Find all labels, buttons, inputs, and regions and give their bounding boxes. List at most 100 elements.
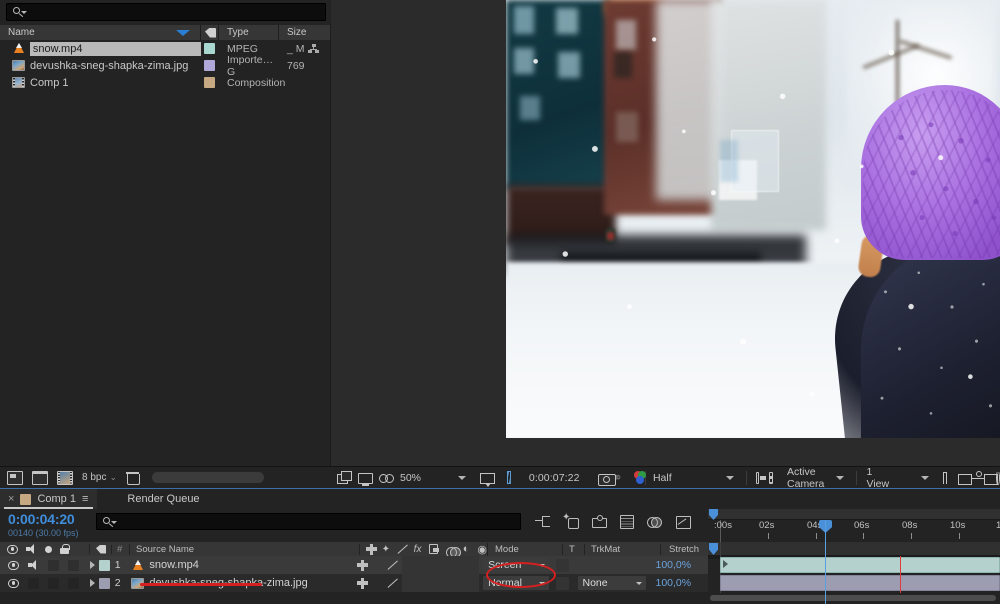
column-header-source-name[interactable]: Source Name — [130, 543, 360, 555]
frame-blend-switch[interactable] — [417, 574, 433, 592]
three-d-switch[interactable] — [463, 556, 480, 574]
effects-switch[interactable] — [401, 574, 418, 592]
resolution-dropdown-caret-icon[interactable] — [725, 475, 734, 480]
new-composition-icon[interactable] — [57, 470, 73, 485]
zoom-dropdown-caret-icon[interactable] — [458, 475, 466, 480]
label-color-swatch[interactable] — [204, 77, 215, 88]
audio-icon[interactable] — [28, 560, 39, 570]
project-item-swatch-cell[interactable] — [201, 60, 219, 71]
layer-mode-cell[interactable]: Screen — [479, 558, 552, 572]
preserve-transparency-toggle[interactable] — [556, 576, 570, 590]
layer-stretch-value[interactable]: 100,0% — [648, 577, 709, 589]
lock-toggle[interactable] — [68, 559, 79, 571]
region-of-interest-icon[interactable] — [480, 472, 495, 487]
brainstorm-icon[interactable] — [619, 514, 635, 529]
expand-triangle-icon[interactable] — [89, 561, 95, 569]
sort-descending-icon[interactable] — [176, 30, 190, 36]
timeline-horizontal-scrollbar[interactable] — [708, 593, 1000, 603]
renderer-options-icon[interactable] — [983, 472, 997, 485]
motion-blur-switch[interactable] — [432, 574, 449, 592]
layer-color-swatch[interactable] — [98, 577, 110, 589]
project-item-name-cell[interactable]: devushka-sneg-shapka-zima.jpg — [0, 57, 201, 74]
adjustment-switch[interactable] — [448, 574, 464, 592]
close-icon[interactable]: × — [8, 493, 14, 505]
column-header-size[interactable]: Size — [279, 25, 331, 40]
current-time-value[interactable]: 0:00:04:20 — [8, 511, 96, 527]
layer-source-name-cell[interactable]: snow.mp4 — [127, 559, 351, 572]
adjustment-switch[interactable] — [448, 556, 464, 574]
work-area-handle[interactable] — [709, 543, 718, 555]
timeline-track-area[interactable] — [708, 542, 1000, 593]
column-header-name[interactable]: Name — [0, 25, 201, 40]
view-layout-value[interactable]: 1 View — [867, 466, 890, 490]
parent-pin-switch[interactable] — [355, 556, 371, 574]
channel-rgb-icon[interactable] — [633, 470, 647, 485]
toggle-checkerboard-icon[interactable] — [769, 471, 774, 484]
layer-t-cell[interactable] — [552, 558, 573, 572]
effects-switch[interactable] — [401, 556, 418, 574]
panel-menu-icon[interactable]: ≡ — [82, 493, 89, 505]
grid-guides-icon[interactable] — [507, 471, 511, 484]
label-color-swatch[interactable] — [204, 60, 215, 71]
work-area-track[interactable] — [708, 542, 1000, 556]
column-header-mode[interactable]: Mode — [488, 543, 563, 555]
zoom-level-value[interactable]: 50% — [400, 472, 434, 484]
lock-toggle[interactable] — [68, 577, 79, 589]
panel-slider[interactable] — [152, 472, 265, 483]
frame-blend-switch[interactable] — [417, 556, 433, 574]
camera-dropdown-caret-icon[interactable] — [836, 475, 845, 480]
fast-previews-icon[interactable] — [957, 472, 972, 485]
scrollbar-thumb[interactable] — [710, 595, 996, 601]
label-color-swatch[interactable] — [204, 43, 215, 54]
timeline-search-input[interactable] — [96, 513, 521, 530]
solo-toggle[interactable] — [48, 577, 59, 589]
layer-trkmat-cell[interactable]: None — [574, 576, 648, 590]
blend-mode-dropdown[interactable]: Screen — [483, 558, 550, 572]
transform-switch[interactable] — [371, 574, 387, 592]
three-d-switch[interactable] — [463, 574, 480, 592]
timeline-ruler[interactable]: :00s 02s 04s 06s 08s 10s 1 — [708, 509, 1000, 542]
current-time-block[interactable]: 0:00:04:20 00140 (30.00 fps) — [0, 509, 96, 538]
project-item-row[interactable]: Comp 1 Composition — [0, 74, 331, 91]
resolution-value[interactable]: Half — [653, 472, 672, 484]
graph-editor-icon[interactable] — [675, 514, 691, 529]
work-area-bar[interactable] — [708, 509, 1000, 520]
parent-pin-switch[interactable] — [355, 574, 371, 592]
toggle-alpha-icon[interactable] — [337, 470, 352, 485]
column-header-label[interactable] — [201, 25, 219, 40]
anchor-switch[interactable] — [386, 556, 402, 574]
work-area-start-handle[interactable] — [709, 509, 718, 520]
project-item-row[interactable]: snow.mp4 MPEG _ M — [0, 40, 331, 57]
project-item-name-cell[interactable]: Comp 1 — [0, 74, 201, 91]
table-row[interactable]: 1 snow.mp4 Screen 100,0% — [0, 556, 708, 574]
views-dropdown-caret-icon[interactable] — [921, 475, 930, 480]
project-item-row[interactable]: devushka-sneg-shapka-zima.jpg Importe…G … — [0, 54, 331, 78]
project-search-input[interactable] — [6, 3, 326, 21]
layer-source-name-cell[interactable]: devushka-sneg-shapka-zima.jpg — [127, 577, 351, 589]
preserve-transparency-toggle[interactable] — [556, 558, 570, 572]
tab-render-queue[interactable]: Render Queue — [119, 489, 207, 509]
new-folder-icon[interactable] — [32, 470, 48, 485]
layer-color-swatch[interactable] — [98, 559, 110, 571]
layer-bar[interactable] — [720, 575, 1000, 591]
enable-frame-blending-icon[interactable] — [562, 512, 579, 529]
composition-preview-image[interactable] — [506, 0, 1000, 438]
viewer-timecode[interactable]: 0:00:07:22 — [529, 472, 580, 484]
solo-toggle[interactable] — [48, 559, 59, 571]
eye-icon[interactable] — [8, 560, 19, 570]
blend-mode-dropdown[interactable]: Normal — [483, 576, 550, 590]
anchor-switch[interactable] — [386, 574, 402, 592]
toggle-transparency-icon[interactable] — [755, 471, 765, 484]
tab-comp-1[interactable]: × Comp 1 ≡ — [0, 489, 98, 509]
motion-blur-icon[interactable] — [591, 514, 607, 529]
transform-switch[interactable] — [371, 556, 387, 574]
timeline-graph-icon[interactable] — [971, 471, 983, 484]
column-header-trkmat[interactable]: TrkMat — [585, 543, 661, 555]
project-item-swatch-cell[interactable] — [201, 43, 219, 54]
column-header-type[interactable]: Type — [219, 25, 279, 40]
monitor-icon[interactable] — [358, 472, 373, 486]
project-item-name-cell[interactable]: snow.mp4 — [0, 40, 201, 57]
bit-depth-button[interactable]: 8 bpc ⌄ — [82, 472, 117, 483]
layer-mode-cell[interactable]: Normal — [479, 576, 552, 590]
table-row[interactable]: 2 devushka-sneg-shapka-zima.jpg Normal N… — [0, 574, 708, 592]
